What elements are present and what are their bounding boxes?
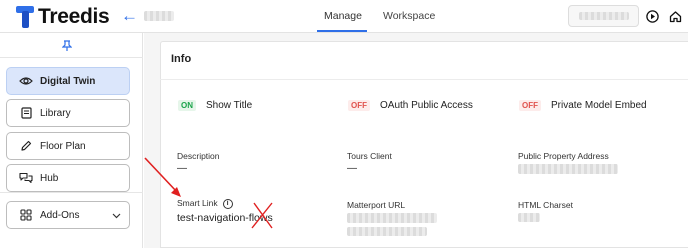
sidebar-item-library[interactable]: Library: [6, 99, 130, 127]
redacted-address-value: [518, 164, 618, 174]
home-icon[interactable]: [668, 9, 682, 23]
sidebar-item-label: Floor Plan: [40, 140, 86, 152]
sidebar-item-hub[interactable]: Hub: [6, 164, 130, 192]
redacted-charset-value: [518, 213, 540, 222]
sidebar-item-digital-twin[interactable]: Digital Twin: [6, 67, 130, 95]
play-icon[interactable]: [645, 9, 659, 23]
tab-workspace[interactable]: Workspace: [383, 10, 435, 22]
matterport-url-label: Matterport URL: [347, 200, 406, 210]
redacted-url-value-line2: [347, 227, 427, 236]
tours-client-value: —: [347, 163, 357, 174]
pin-icon[interactable]: [61, 40, 73, 55]
sidebar-item-floor-plan[interactable]: Floor Plan: [6, 132, 130, 160]
chevron-down-icon[interactable]: [112, 211, 121, 222]
grid-icon: [19, 208, 33, 222]
treedis-logo-icon: [16, 6, 34, 28]
toggle-state-badge: ON: [178, 100, 196, 111]
app-logo[interactable]: Treedis: [16, 5, 110, 29]
sidebar: Digital Twin Library Floor Plan Hub Add-…: [0, 33, 143, 248]
chat-bubbles-icon: [19, 171, 33, 185]
active-tab-indicator: [317, 30, 367, 32]
description-label: Description: [177, 151, 220, 161]
tours-client-label: Tours Client: [347, 151, 392, 161]
toggle-state-badge: OFF: [519, 100, 541, 111]
sidebar-item-label: Library: [40, 107, 71, 119]
sidebar-item-add-ons[interactable]: Add-Ons: [6, 201, 130, 229]
description-value: —: [177, 163, 187, 174]
sidebar-divider: [0, 192, 143, 193]
top-bar: Treedis ← Manage Workspace: [0, 0, 688, 33]
private-model-embed-toggle[interactable]: OFF Private Model Embed: [519, 100, 647, 111]
info-icon[interactable]: i: [222, 198, 233, 209]
tab-manage[interactable]: Manage: [324, 10, 362, 22]
smart-link-label: Smart Link i: [177, 198, 233, 209]
smart-link-value[interactable]: test-navigation-flows: [177, 212, 273, 224]
toggle-state-badge: OFF: [348, 100, 370, 111]
public-property-address-label: Public Property Address: [518, 151, 609, 161]
show-title-toggle[interactable]: ON Show Title: [178, 100, 252, 111]
sidebar-item-label: Add-Ons: [40, 209, 80, 221]
html-charset-label: HTML Charset: [518, 200, 573, 210]
app-name: Treedis: [38, 5, 110, 28]
pencil-icon: [19, 139, 33, 153]
toggle-label: Show Title: [206, 100, 253, 111]
sidebar-item-label: Hub: [40, 172, 59, 184]
sidebar-item-label: Digital Twin: [40, 75, 96, 87]
panel-title: Info: [171, 53, 192, 65]
toggle-label: OAuth Public Access: [380, 100, 473, 111]
redacted-user-selector[interactable]: [568, 5, 639, 27]
oauth-public-access-toggle[interactable]: OFF OAuth Public Access: [348, 100, 473, 111]
redacted-url-value: [347, 213, 437, 223]
book-icon: [19, 106, 33, 120]
panel-divider: [160, 79, 688, 80]
toggle-label: Private Model Embed: [551, 100, 647, 111]
back-arrow-icon[interactable]: ←: [121, 7, 138, 25]
redacted-project-name: [144, 11, 174, 21]
sidebar-divider: [0, 57, 143, 58]
eye-icon: [19, 74, 33, 88]
